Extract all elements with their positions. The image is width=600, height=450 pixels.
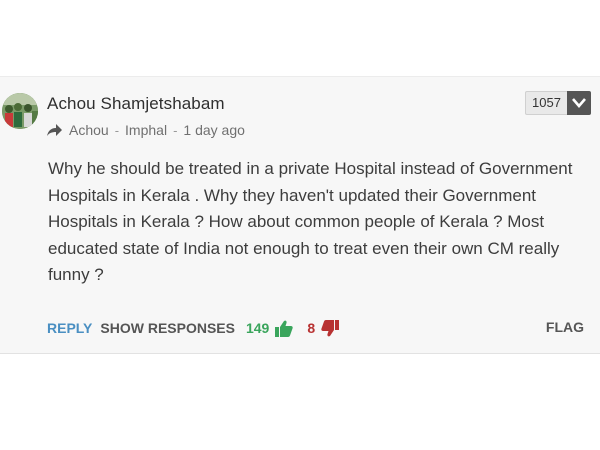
- flag-button[interactable]: FLAG: [546, 319, 584, 335]
- thumbs-up-icon[interactable]: [275, 320, 294, 337]
- comment-text: Why he should be treated in a private Ho…: [48, 159, 573, 284]
- downvote-count: 8: [307, 320, 316, 336]
- show-responses-button[interactable]: SHOW RESPONSES: [100, 320, 235, 336]
- avatar[interactable]: [2, 93, 38, 129]
- comment-location: Imphal: [125, 122, 168, 138]
- score-count: 1057: [525, 91, 567, 115]
- meta-separator: -: [173, 122, 178, 138]
- reply-arrow-icon: [47, 124, 63, 136]
- comment-author[interactable]: Achou Shamjetshabam: [47, 94, 225, 114]
- comment-actions: REPLY SHOW RESPONSES 149 8 FLAG: [47, 319, 584, 337]
- reply-button[interactable]: REPLY: [47, 320, 92, 336]
- score-dropdown-button[interactable]: [566, 91, 591, 115]
- comment-meta: Achou - Imphal - 1 day ago: [47, 122, 245, 138]
- comment-card: Achou Shamjetshabam Achou - Imphal - 1 d…: [0, 76, 600, 354]
- reply-to-user[interactable]: Achou: [69, 122, 109, 138]
- meta-separator: -: [114, 122, 120, 138]
- score-widget: 1057: [525, 91, 591, 115]
- comment-timestamp: 1 day ago: [183, 122, 245, 138]
- chevron-down-icon: [571, 97, 587, 109]
- upvote-count: 149: [245, 320, 270, 336]
- thumbs-down-icon[interactable]: [321, 319, 340, 337]
